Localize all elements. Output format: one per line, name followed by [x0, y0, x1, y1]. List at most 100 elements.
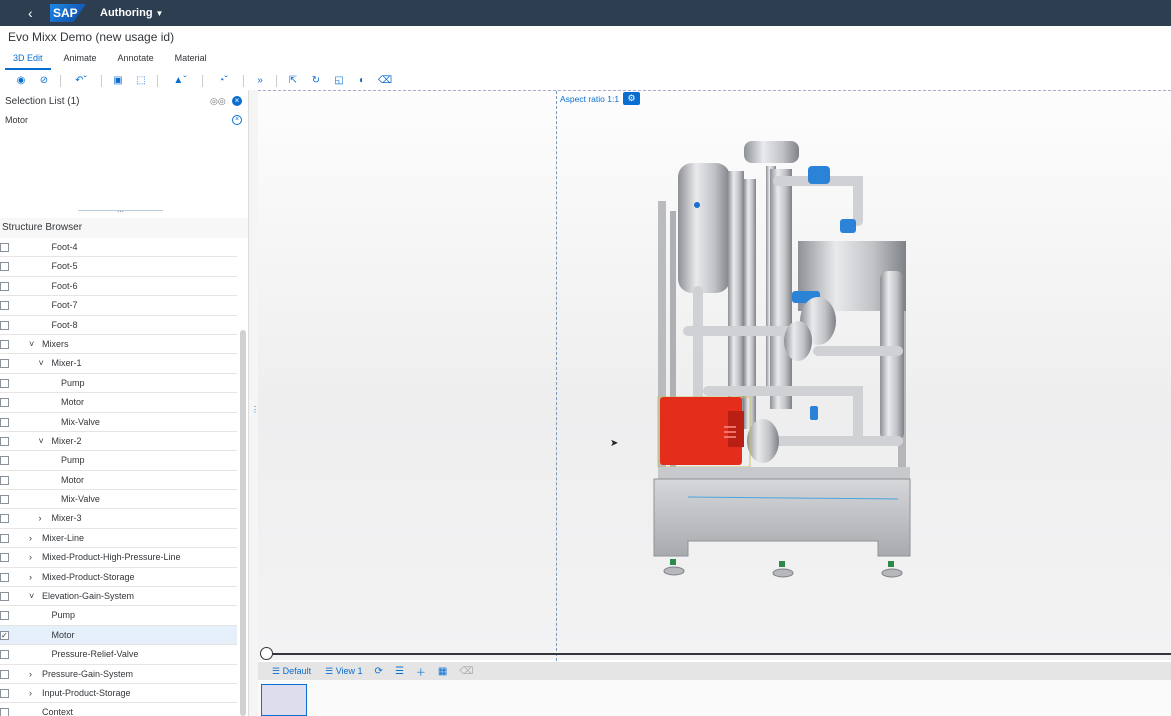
- row-checkbox[interactable]: [0, 592, 9, 602]
- render-mode-dropdown-icon[interactable]: ▲ˇ: [167, 74, 193, 88]
- move-icon[interactable]: ⇱: [286, 74, 300, 88]
- selection-list-item[interactable]: Motor ×: [0, 112, 248, 128]
- row-checkbox[interactable]: [0, 339, 9, 349]
- row-checkbox[interactable]: [0, 533, 9, 543]
- row-checkbox[interactable]: [0, 708, 9, 716]
- chevron-down-icon[interactable]: ˅: [29, 587, 34, 606]
- chevron-right-icon[interactable]: ›: [29, 665, 32, 684]
- fit-selection-icon[interactable]: ▣: [111, 74, 125, 88]
- tree-row[interactable]: Mix-Valve: [0, 413, 237, 432]
- scale-icon[interactable]: ◱: [332, 74, 346, 88]
- app-menu-button[interactable]: Authoring ▼: [100, 7, 163, 19]
- animation-timeline[interactable]: [258, 646, 1171, 662]
- tree-row[interactable]: Foot-4: [0, 238, 237, 258]
- chevron-right-icon[interactable]: ›: [29, 548, 32, 567]
- tree-row[interactable]: Foot-5: [0, 257, 237, 277]
- tree-row[interactable]: ˅ Mixer-1: [0, 354, 237, 374]
- sap-logo[interactable]: SAP: [50, 4, 86, 22]
- row-checkbox[interactable]: [0, 281, 9, 291]
- tree-row[interactable]: › Mixed-Product-Storage: [0, 568, 237, 588]
- tree-row[interactable]: ˅ Elevation-Gain-System: [0, 587, 237, 607]
- back-icon[interactable]: ‹: [28, 0, 42, 26]
- remove-icon[interactable]: ×: [232, 115, 242, 125]
- tab-annotate[interactable]: Annotate: [110, 48, 162, 70]
- tree-row[interactable]: Mix-Valve: [0, 490, 237, 510]
- tree-row[interactable]: Context: [0, 703, 237, 716]
- row-checkbox[interactable]: [0, 378, 9, 388]
- tree-row[interactable]: Pump: [0, 606, 237, 626]
- refresh-icon[interactable]: ⟳: [375, 666, 383, 677]
- trash-icon[interactable]: ⌫: [459, 666, 473, 677]
- row-checkbox[interactable]: [0, 262, 9, 272]
- 3d-viewport[interactable]: Aspect ratio 1:1 ⚙ ➤: [258, 90, 1171, 661]
- selection-item-label: Motor: [5, 115, 29, 125]
- row-checkbox[interactable]: [0, 320, 9, 330]
- cubes-icon[interactable]: ▦: [438, 666, 447, 677]
- row-checkbox[interactable]: [0, 436, 9, 446]
- tree-row[interactable]: Pump: [0, 451, 237, 471]
- tree-row[interactable]: ✓ Motor: [0, 625, 237, 646]
- tree-row[interactable]: Motor: [0, 393, 237, 413]
- view-thumbnail[interactable]: [261, 684, 307, 716]
- row-checkbox[interactable]: ✓: [0, 630, 9, 640]
- row-checkbox[interactable]: [0, 456, 9, 466]
- vertical-splitter[interactable]: ⋮: [248, 90, 259, 716]
- settings-sliders-icon[interactable]: ☰: [395, 666, 404, 677]
- row-checkbox[interactable]: [0, 301, 9, 311]
- clear-selection-icon[interactable]: ×: [232, 96, 242, 106]
- row-checkbox[interactable]: [0, 688, 9, 698]
- timeline-handle[interactable]: [260, 647, 273, 660]
- chevron-right-icon[interactable]: ›: [29, 684, 32, 703]
- tree-row[interactable]: ˅ Mixers: [0, 335, 237, 355]
- hide-icon[interactable]: ⊘: [37, 74, 51, 88]
- expand-icon[interactable]: »: [253, 74, 267, 88]
- tree-row[interactable]: Motor: [0, 471, 237, 491]
- row-checkbox[interactable]: [0, 243, 9, 252]
- tab-material[interactable]: Material: [167, 48, 215, 70]
- tree-row[interactable]: › Input-Product-Storage: [0, 684, 237, 704]
- panel-splitter-handle[interactable]: ⋯: [78, 209, 163, 216]
- rotate-icon[interactable]: ↻: [309, 74, 323, 88]
- tree-row[interactable]: Foot-6: [0, 277, 237, 297]
- row-checkbox[interactable]: [0, 553, 9, 563]
- procedure-menu[interactable]: ☰ Default: [272, 666, 311, 677]
- 3d-model[interactable]: [258, 91, 1171, 661]
- row-checkbox[interactable]: [0, 398, 9, 408]
- chevron-down-icon[interactable]: ˅: [39, 354, 44, 373]
- row-checkbox[interactable]: [0, 417, 9, 427]
- row-checkbox[interactable]: [0, 650, 9, 660]
- shading-dropdown-icon[interactable]: ◔ˇ: [212, 74, 234, 88]
- undo-dropdown-icon[interactable]: ↶ˇ: [70, 74, 92, 88]
- row-checkbox[interactable]: [0, 669, 9, 679]
- opacity-icon[interactable]: ◐: [355, 74, 369, 88]
- add-icon[interactable]: ＋: [416, 664, 426, 679]
- show-icon[interactable]: ◉: [14, 74, 28, 88]
- row-checkbox[interactable]: [0, 475, 9, 485]
- chevron-down-icon[interactable]: ˅: [29, 335, 34, 354]
- chevron-right-icon[interactable]: ›: [29, 568, 32, 587]
- chevron-right-icon[interactable]: ›: [39, 509, 42, 528]
- tree-row[interactable]: › Pressure-Gain-System: [0, 665, 237, 684]
- tree-row[interactable]: › Mixer-Line: [0, 529, 237, 549]
- row-checkbox[interactable]: [0, 495, 9, 505]
- row-checkbox[interactable]: [0, 611, 9, 621]
- chevron-right-icon[interactable]: ›: [29, 529, 32, 548]
- delete-icon[interactable]: ⌫: [378, 74, 392, 88]
- tree-row[interactable]: Foot-8: [0, 316, 237, 335]
- tree-row[interactable]: Foot-7: [0, 296, 237, 316]
- tree-scrollbar[interactable]: [240, 330, 246, 716]
- tree-row[interactable]: Pump: [0, 374, 237, 394]
- tab-animate[interactable]: Animate: [56, 48, 105, 70]
- tree-row[interactable]: ˅ Mixer-2: [0, 432, 237, 452]
- tree-row[interactable]: Pressure-Relief-Valve: [0, 645, 237, 665]
- row-checkbox[interactable]: [0, 514, 9, 524]
- box-select-icon[interactable]: ⬚: [134, 74, 148, 88]
- binoculars-icon[interactable]: ◎◎: [210, 96, 226, 107]
- row-checkbox[interactable]: [0, 359, 9, 369]
- row-checkbox[interactable]: [0, 572, 9, 582]
- tab-3d-edit[interactable]: 3D Edit: [5, 48, 51, 70]
- chevron-down-icon[interactable]: ˅: [39, 432, 44, 451]
- tree-row[interactable]: › Mixer-3: [0, 509, 237, 529]
- view-menu[interactable]: ☰ View 1: [325, 666, 362, 677]
- tree-row[interactable]: › Mixed-Product-High-Pressure-Line: [0, 548, 237, 568]
